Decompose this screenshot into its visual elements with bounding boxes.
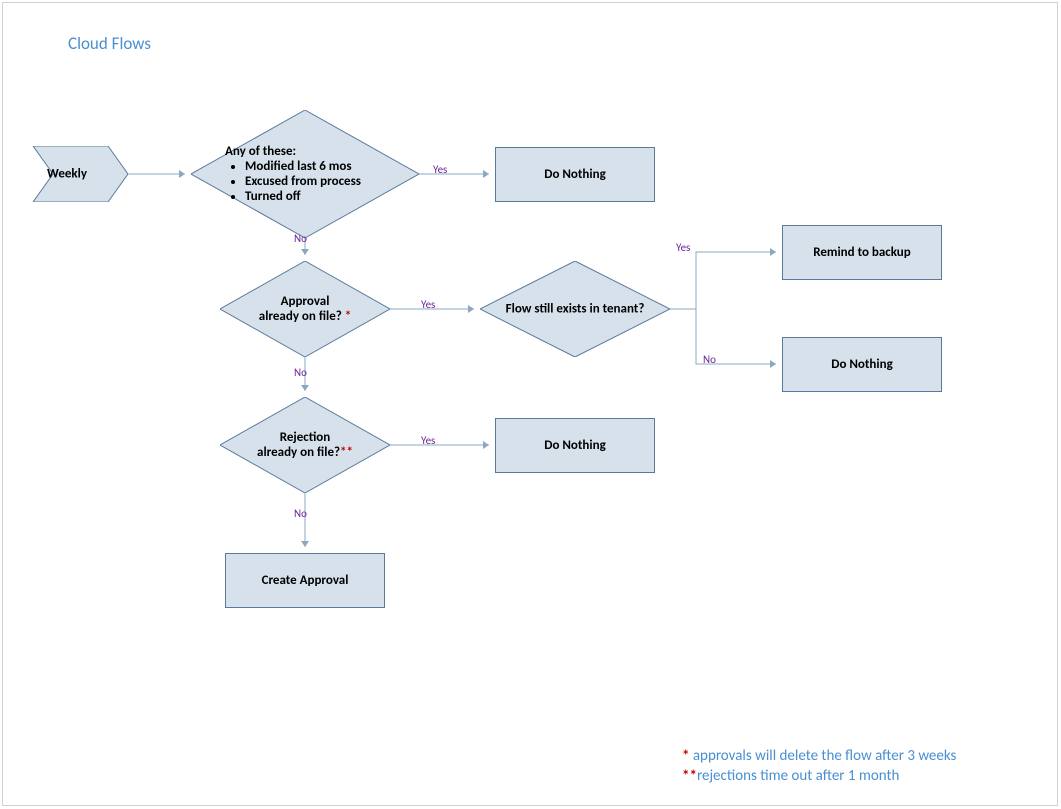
box-do-nothing-3-label: Do Nothing [544,438,606,453]
label-d4-no: No [294,507,307,520]
label-d1-yes: Yes [433,163,447,176]
footnote2-text: rejections time out after 1 month [697,767,900,785]
footnote-1: * approvals will delete the flow after 3… [682,747,956,765]
decision-flow-exists: Flow still exists in tenant? [492,261,658,357]
box-do-nothing-1-label: Do Nothing [544,167,606,182]
decision4-star: ** [340,445,353,460]
box-do-nothing-2-label: Do Nothing [831,357,893,372]
decision2-line2: already on file? [259,309,345,324]
footnote-2: **rejections time out after 1 month [682,767,899,785]
box-remind-backup: Remind to backup [782,225,942,280]
diagram-title: Cloud Flows [68,33,151,54]
decision1-item-0: Modified last 6 mos [245,159,395,174]
decision3-label: Flow still exists in tenant? [506,302,645,317]
label-d1-no: No [294,232,307,245]
connectors [3,3,1059,807]
trigger-label: Weekly [47,167,87,182]
decision1-item-2: Turned off [245,189,395,204]
label-d4-yes: Yes [421,434,435,447]
box-do-nothing-1: Do Nothing [495,147,655,202]
box-create-approval: Create Approval [225,553,385,608]
label-d3-no: No [703,353,716,366]
box-remind-label: Remind to backup [813,245,911,260]
label-d2-no: No [294,366,307,379]
footnote2-star: ** [682,767,697,785]
decision1-header: Any of these: [215,144,395,159]
label-d3-yes: Yes [676,241,690,254]
label-d2-yes: Yes [421,298,435,311]
decision-any-of-these: Any of these: Modified last 6 mos Excuse… [229,110,381,238]
decision1-item-1: Excused from process [245,174,395,189]
footnote1-text: approvals will delete the flow after 3 w… [693,747,957,765]
decision4-line1: Rejection [280,430,331,445]
decision2-star: * [345,309,351,324]
decision-rejection-on-file: Rejection already on file?** [237,397,373,493]
footnote1-star: * [682,747,693,765]
trigger-weekly: Weekly [33,146,128,202]
decision2-line1: Approval [281,294,330,309]
decision-approval-on-file: Approval already on file? * [237,261,373,357]
box-create-label: Create Approval [262,573,349,588]
box-do-nothing-2: Do Nothing [782,337,942,392]
box-do-nothing-3: Do Nothing [495,418,655,473]
diagram-canvas: Cloud Flows Weekly Any of these: Modifie… [2,2,1058,806]
decision4-line2: already on file? [257,445,340,460]
